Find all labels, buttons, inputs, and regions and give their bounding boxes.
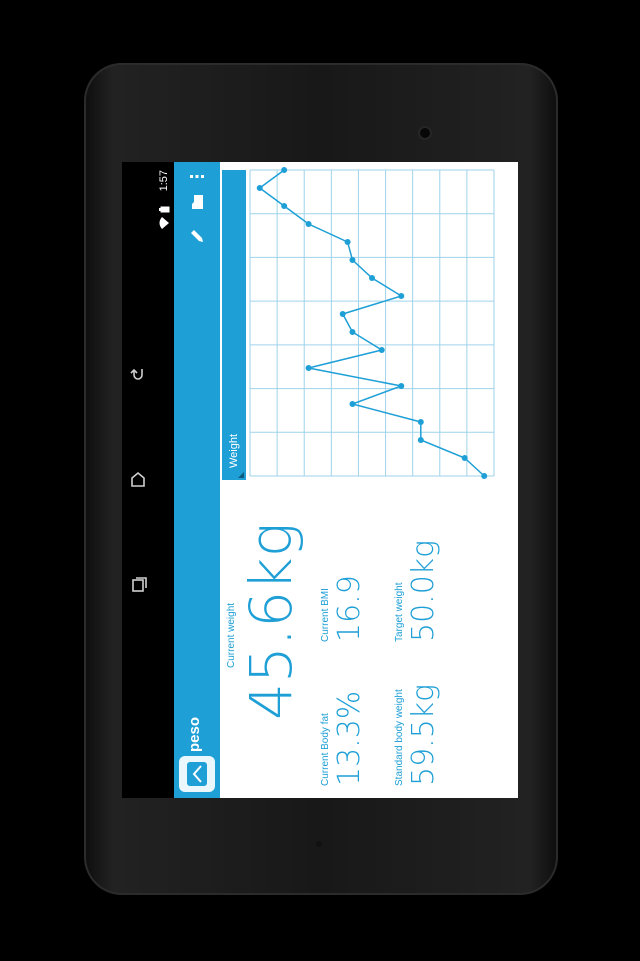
recent-apps-button[interactable] xyxy=(122,566,154,606)
weight-data-point[interactable] xyxy=(344,239,351,245)
target-weight-label: Target weight xyxy=(394,582,405,642)
recent-apps-icon xyxy=(132,577,147,592)
folder-button[interactable] xyxy=(183,188,211,216)
weight-data-point[interactable] xyxy=(305,365,312,371)
standard-body-weight-value: 59.5kg xyxy=(406,683,441,786)
weight-dropdown[interactable]: Weight xyxy=(222,170,246,480)
weight-data-point[interactable] xyxy=(349,329,356,335)
weight-data-point[interactable] xyxy=(369,275,375,281)
current-bmi-value: 16.9 xyxy=(332,575,367,642)
current-weight-value: 45.6kg xyxy=(237,522,305,720)
pencil-icon xyxy=(191,230,203,242)
weight-series-line xyxy=(258,169,485,477)
weight-line-chart xyxy=(249,167,495,479)
peso-app-icon[interactable] xyxy=(179,756,215,792)
current-bmi-label: Current BMI xyxy=(320,588,331,642)
status-icons xyxy=(159,206,173,229)
rotated-app-content: 1:57 peso Current weight 45.6kg Current … xyxy=(154,162,518,798)
weight-data-point[interactable] xyxy=(461,455,468,461)
status-time: 1:57 xyxy=(158,170,170,192)
weight-data-point[interactable] xyxy=(417,419,424,425)
current-body-fat-label: Current Body fat xyxy=(320,713,331,786)
weight-data-point[interactable] xyxy=(417,437,424,443)
wifi-icon xyxy=(159,217,173,229)
weight-data-point[interactable] xyxy=(281,203,288,209)
weight-data-point[interactable] xyxy=(398,293,405,299)
front-camera xyxy=(420,128,430,138)
weight-chart-panel: Weight xyxy=(222,162,518,480)
app-title: peso xyxy=(186,716,203,752)
weight-data-point[interactable] xyxy=(339,311,346,317)
app-window: 1:57 peso Current weight 45.6kg Current … xyxy=(154,162,518,798)
home-button[interactable] xyxy=(122,460,154,500)
weight-data-point[interactable] xyxy=(378,347,385,353)
system-navigation-bar xyxy=(122,162,154,798)
current-weight-label: Current weight xyxy=(226,602,237,668)
home-icon xyxy=(131,471,145,487)
status-bar: 1:57 xyxy=(154,162,174,798)
back-icon xyxy=(130,368,143,380)
dropdown-arrow-icon xyxy=(238,472,244,478)
battery-icon xyxy=(159,206,173,213)
weight-dropdown-label: Weight xyxy=(228,433,240,468)
scale-icon xyxy=(187,762,207,786)
more-vertical-icon xyxy=(190,175,204,178)
current-body-fat-value: 13.3% xyxy=(332,690,367,786)
weight-data-point[interactable] xyxy=(349,257,356,263)
tablet-screen: 1:57 peso Current weight 45.6kg Current … xyxy=(122,162,518,798)
folder-icon xyxy=(192,195,203,209)
weight-data-point[interactable] xyxy=(281,167,288,173)
weight-data-point[interactable] xyxy=(349,401,356,407)
weight-data-point[interactable] xyxy=(481,473,488,479)
edit-button[interactable] xyxy=(183,222,211,250)
target-weight-value: 50.0kg xyxy=(406,539,441,642)
content-area: Current weight 45.6kg Current BMI 16.9 C… xyxy=(220,162,518,798)
weight-data-point[interactable] xyxy=(256,185,263,191)
device-sensor-dot xyxy=(316,841,322,847)
weight-data-point[interactable] xyxy=(398,383,405,389)
overflow-menu-button[interactable] xyxy=(183,162,211,190)
back-button[interactable] xyxy=(122,354,154,394)
action-bar: peso xyxy=(174,162,220,798)
standard-body-weight-label: Standard body weight xyxy=(394,689,405,786)
weight-data-point[interactable] xyxy=(305,221,312,227)
